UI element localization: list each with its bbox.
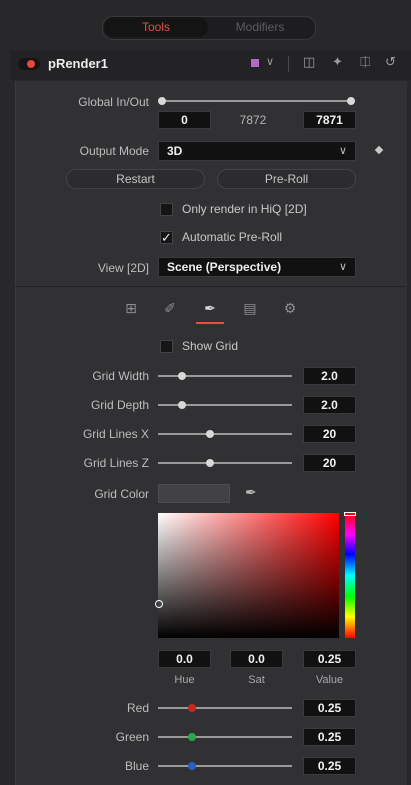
grid-depth-field[interactable]: 2.0	[303, 396, 356, 414]
red-field[interactable]: 0.25	[303, 699, 356, 717]
auto-preroll-label: Automatic Pre-Roll	[182, 230, 283, 244]
green-label: Green	[115, 730, 149, 744]
chevron-down-icon: ∨	[338, 261, 347, 273]
green-handle[interactable]	[187, 733, 196, 741]
checkmark-icon: ✓	[161, 230, 172, 245]
green-field[interactable]: 0.25	[303, 728, 356, 746]
output-mode-label: Output Mode	[79, 144, 149, 158]
value-caption: Value	[315, 674, 344, 686]
section-divider	[15, 286, 406, 287]
sliders-icon: ⊞	[125, 300, 137, 316]
show-grid-checkbox[interactable]	[160, 340, 173, 353]
tool-enabled-indicator-icon	[27, 60, 35, 68]
sat-caption: Sat	[248, 674, 265, 686]
lock-icon[interactable]: ⎅	[360, 54, 370, 70]
tool-color-swatch[interactable]	[251, 59, 259, 67]
blue-field[interactable]: 0.25	[303, 757, 356, 775]
grid-depth-label: Grid Depth	[90, 398, 149, 412]
grid-color-label: Grid Color	[94, 487, 149, 501]
blue-track[interactable]	[158, 765, 292, 767]
restart-button[interactable]: Restart	[66, 169, 205, 189]
tab-tools[interactable]: Tools	[104, 17, 208, 37]
tab-settings[interactable]: ⚙	[277, 298, 303, 318]
red-track[interactable]	[158, 707, 292, 709]
reset-icon[interactable]: ↺	[385, 54, 396, 70]
global-range-length: 7872	[239, 113, 267, 127]
tab-camera[interactable]: ✐	[157, 298, 183, 318]
hue-caption: Hue	[174, 674, 195, 686]
green-track[interactable]	[158, 736, 292, 738]
show-grid-label: Show Grid	[182, 339, 239, 353]
grid-width-label: Grid Width	[92, 369, 149, 383]
hue-cursor[interactable]	[344, 512, 356, 516]
grid-width-field[interactable]: 2.0	[303, 367, 356, 385]
grid-lines-x-track[interactable]	[158, 433, 292, 435]
grid-lines-x-label: Grid Lines X	[82, 427, 149, 441]
view-2d-value: Scene (Perspective)	[167, 260, 282, 274]
eyedropper-icon[interactable]: ✒	[245, 484, 257, 501]
scene-wand-icon: ✒	[204, 300, 216, 316]
image-icon: ▤	[243, 300, 257, 316]
output-mode-value: 3D	[167, 144, 183, 158]
global-in-field[interactable]: 0	[158, 111, 211, 129]
chevron-down-icon: ∨	[338, 145, 347, 157]
grid-lines-z-label: Grid Lines Z	[83, 456, 149, 470]
active-tab-indicator	[196, 322, 224, 324]
tab-image[interactable]: ▤	[237, 298, 263, 318]
blue-handle[interactable]	[187, 762, 196, 770]
red-handle[interactable]	[187, 704, 196, 712]
hue-strip[interactable]	[345, 513, 355, 638]
tab-controls[interactable]: ⊞	[118, 298, 144, 318]
hiq-checkbox[interactable]	[160, 203, 173, 216]
picker-cursor[interactable]	[155, 600, 163, 608]
camera-wand-icon: ✐	[164, 300, 176, 316]
grid-lines-z-field[interactable]: 20	[303, 454, 356, 472]
sat-field[interactable]: 0.0	[230, 650, 283, 668]
settings-icon: ⚙	[283, 300, 297, 316]
preroll-button[interactable]: Pre-Roll	[217, 169, 356, 189]
grid-lines-x-field[interactable]: 20	[303, 425, 356, 443]
red-label: Red	[126, 701, 149, 715]
view-2d-dropdown[interactable]: Scene (Perspective) ∨	[158, 257, 356, 277]
blue-label: Blue	[124, 759, 149, 773]
version-icon[interactable]: ◫	[303, 54, 315, 70]
global-in-handle[interactable]	[158, 97, 166, 105]
tab-scene[interactable]: ✒	[197, 298, 223, 318]
global-out-field[interactable]: 7871	[303, 111, 356, 129]
grid-lines-z-track[interactable]	[158, 462, 292, 464]
chevron-down-icon[interactable]: ∨	[266, 55, 274, 68]
global-range-track[interactable]	[162, 100, 352, 102]
output-mode-dropdown[interactable]: 3D ∨	[158, 141, 356, 161]
value-field[interactable]: 0.25	[303, 650, 356, 668]
header-divider	[288, 56, 289, 72]
tool-name: pRender1	[48, 56, 108, 71]
hiq-label: Only render in HiQ [2D]	[182, 202, 307, 216]
global-out-handle[interactable]	[347, 97, 355, 105]
saturation-value-picker[interactable]	[158, 513, 339, 638]
view-2d-label: View [2D]	[97, 261, 149, 275]
grid-color-swatch[interactable]	[158, 484, 230, 503]
global-in-out-label: Global In/Out	[78, 95, 149, 109]
tab-modifiers[interactable]: Modifiers	[208, 17, 312, 37]
auto-preroll-checkbox[interactable]: ✓	[160, 231, 173, 244]
pin-icon[interactable]: ✦	[332, 54, 343, 70]
hue-field[interactable]: 0.0	[158, 650, 211, 668]
